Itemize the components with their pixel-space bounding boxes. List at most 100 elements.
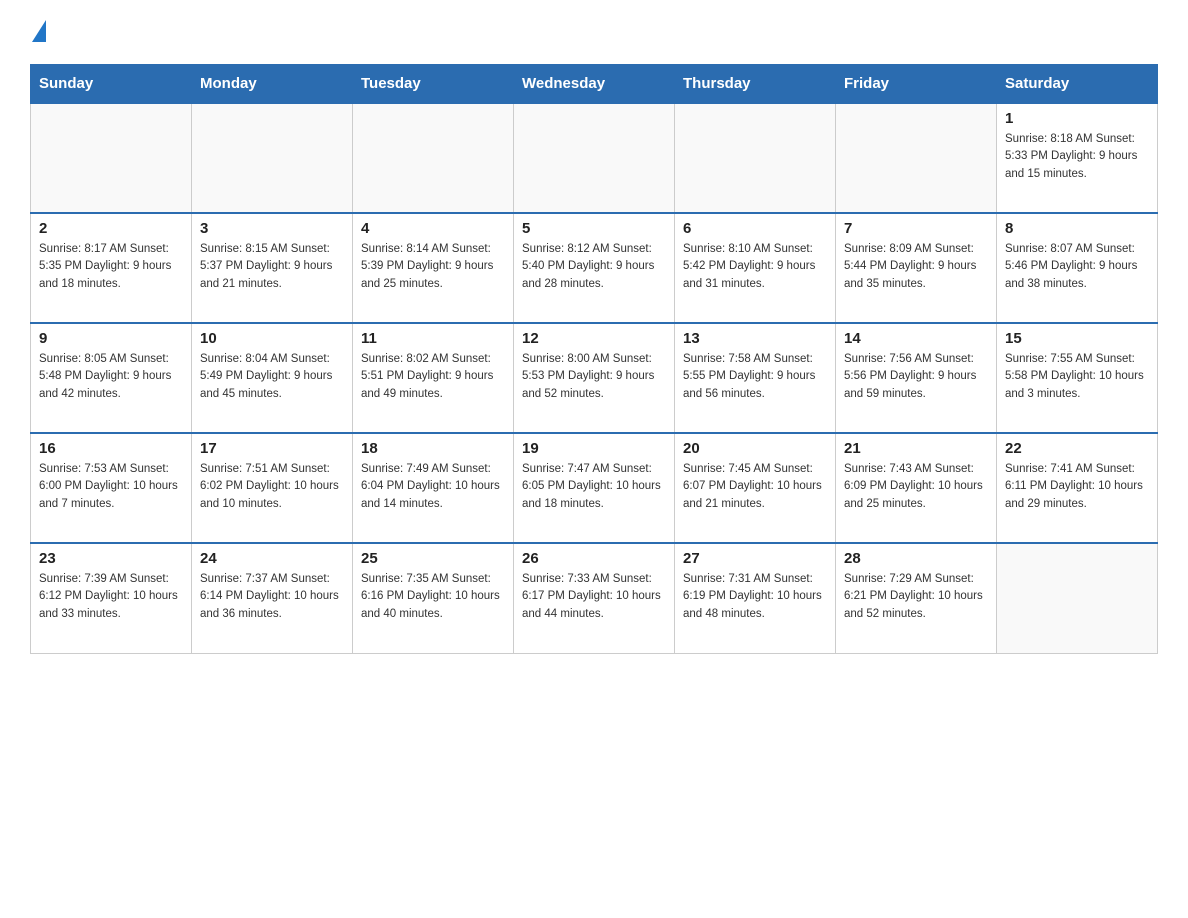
day-number: 13: [683, 330, 827, 347]
day-info: Sunrise: 7:41 AM Sunset: 6:11 PM Dayligh…: [1005, 461, 1149, 513]
day-info: Sunrise: 8:05 AM Sunset: 5:48 PM Dayligh…: [39, 351, 183, 403]
day-info: Sunrise: 7:47 AM Sunset: 6:05 PM Dayligh…: [522, 461, 666, 513]
calendar-cell: 3 Sunrise: 8:15 AM Sunset: 5:37 PM Daylig…: [192, 213, 353, 323]
weekday-header-sunday: Sunday: [31, 65, 192, 104]
calendar-cell: 25 Sunrise: 7:35 AM Sunset: 6:16 PM Dayli…: [353, 543, 514, 653]
day-number: 18: [361, 440, 505, 457]
day-info: Sunrise: 8:14 AM Sunset: 5:39 PM Dayligh…: [361, 241, 505, 293]
weekday-header-tuesday: Tuesday: [353, 65, 514, 104]
day-info: Sunrise: 7:55 AM Sunset: 5:58 PM Dayligh…: [1005, 351, 1149, 403]
page-header: [30, 20, 1158, 44]
calendar-cell: 17Sunrise: 7:51 AM Sunset: 6:02 PM Dayli…: [192, 433, 353, 543]
logo: [30, 20, 46, 44]
weekday-header-wednesday: Wednesday: [514, 65, 675, 104]
logo-triangle-icon: [32, 20, 46, 42]
day-number: 5: [522, 220, 666, 237]
weekday-header-thursday: Thursday: [675, 65, 836, 104]
weekday-header-monday: Monday: [192, 65, 353, 104]
day-number: 23: [39, 550, 183, 567]
calendar-cell: 12Sunrise: 8:00 AM Sunset: 5:53 PM Dayli…: [514, 323, 675, 433]
day-info: Sunrise: 7:45 AM Sunset: 6:07 PM Dayligh…: [683, 461, 827, 513]
weekday-header-row: SundayMondayTuesdayWednesdayThursdayFrid…: [31, 65, 1158, 104]
calendar-cell: [31, 103, 192, 213]
week-row-3: 9 Sunrise: 8:05 AM Sunset: 5:48 PM Daylig…: [31, 323, 1158, 433]
day-info: Sunrise: 8:00 AM Sunset: 5:53 PM Dayligh…: [522, 351, 666, 403]
day-info: Sunrise: 8:17 AM Sunset: 5:35 PM Dayligh…: [39, 241, 183, 293]
day-info: Sunrise: 7:58 AM Sunset: 5:55 PM Dayligh…: [683, 351, 827, 403]
day-number: 8: [1005, 220, 1149, 237]
week-row-4: 16 Sunrise: 7:53 AM Sunset: 6:00 PM Dayli…: [31, 433, 1158, 543]
day-info: Sunrise: 8:12 AM Sunset: 5:40 PM Dayligh…: [522, 241, 666, 293]
day-info: Sunrise: 7:43 AM Sunset: 6:09 PM Dayligh…: [844, 461, 988, 513]
calendar-cell: [997, 543, 1158, 653]
day-number: 25: [361, 550, 505, 567]
day-info: Sunrise: 7:31 AM Sunset: 6:19 PM Dayligh…: [683, 571, 827, 623]
day-number: 14: [844, 330, 988, 347]
day-number: 20: [683, 440, 827, 457]
weekday-header-saturday: Saturday: [997, 65, 1158, 104]
day-info: Sunrise: 8:02 AM Sunset: 5:51 PM Dayligh…: [361, 351, 505, 403]
day-number: 10: [200, 330, 344, 347]
calendar-cell: 19 Sunrise: 7:47 AM Sunset: 6:05 PM Dayli…: [514, 433, 675, 543]
day-number: 28: [844, 550, 988, 567]
calendar-cell: 28 Sunrise: 7:29 AM Sunset: 6:21 PM Dayli…: [836, 543, 997, 653]
day-number: 2: [39, 220, 183, 237]
day-info: Sunrise: 7:35 AM Sunset: 6:16 PM Dayligh…: [361, 571, 505, 623]
day-info: Sunrise: 8:18 AM Sunset: 5:33 PM Dayligh…: [1005, 131, 1149, 183]
week-row-5: 23 Sunrise: 7:39 AM Sunset: 6:12 PM Dayli…: [31, 543, 1158, 653]
calendar-cell: 24 Sunrise: 7:37 AM Sunset: 6:14 PM Dayli…: [192, 543, 353, 653]
day-number: 6: [683, 220, 827, 237]
calendar-cell: 13 Sunrise: 7:58 AM Sunset: 5:55 PM Dayli…: [675, 323, 836, 433]
week-row-2: 2 Sunrise: 8:17 AM Sunset: 5:35 PM Daylig…: [31, 213, 1158, 323]
day-number: 9: [39, 330, 183, 347]
day-info: Sunrise: 7:53 AM Sunset: 6:00 PM Dayligh…: [39, 461, 183, 513]
calendar-cell: 4 Sunrise: 8:14 AM Sunset: 5:39 PM Daylig…: [353, 213, 514, 323]
calendar-cell: 2 Sunrise: 8:17 AM Sunset: 5:35 PM Daylig…: [31, 213, 192, 323]
day-number: 22: [1005, 440, 1149, 457]
day-info: Sunrise: 7:39 AM Sunset: 6:12 PM Dayligh…: [39, 571, 183, 623]
calendar-cell: [353, 103, 514, 213]
day-info: Sunrise: 8:07 AM Sunset: 5:46 PM Dayligh…: [1005, 241, 1149, 293]
calendar-cell: [675, 103, 836, 213]
calendar-cell: 20 Sunrise: 7:45 AM Sunset: 6:07 PM Dayli…: [675, 433, 836, 543]
calendar-cell: 27 Sunrise: 7:31 AM Sunset: 6:19 PM Dayli…: [675, 543, 836, 653]
week-row-1: 1 Sunrise: 8:18 AM Sunset: 5:33 PM Daylig…: [31, 103, 1158, 213]
calendar-cell: 23 Sunrise: 7:39 AM Sunset: 6:12 PM Dayli…: [31, 543, 192, 653]
calendar-cell: [836, 103, 997, 213]
calendar-cell: 5 Sunrise: 8:12 AM Sunset: 5:40 PM Daylig…: [514, 213, 675, 323]
day-info: Sunrise: 8:10 AM Sunset: 5:42 PM Dayligh…: [683, 241, 827, 293]
calendar-cell: 18Sunrise: 7:49 AM Sunset: 6:04 PM Dayli…: [353, 433, 514, 543]
calendar-cell: 22 Sunrise: 7:41 AM Sunset: 6:11 PM Dayli…: [997, 433, 1158, 543]
day-number: 4: [361, 220, 505, 237]
calendar-cell: 21 Sunrise: 7:43 AM Sunset: 6:09 PM Dayli…: [836, 433, 997, 543]
day-info: Sunrise: 8:04 AM Sunset: 5:49 PM Dayligh…: [200, 351, 344, 403]
calendar-cell: 8 Sunrise: 8:07 AM Sunset: 5:46 PM Daylig…: [997, 213, 1158, 323]
day-number: 3: [200, 220, 344, 237]
calendar-cell: 9 Sunrise: 8:05 AM Sunset: 5:48 PM Daylig…: [31, 323, 192, 433]
day-number: 27: [683, 550, 827, 567]
calendar-table: SundayMondayTuesdayWednesdayThursdayFrid…: [30, 64, 1158, 654]
calendar-cell: 26 Sunrise: 7:33 AM Sunset: 6:17 PM Dayli…: [514, 543, 675, 653]
day-number: 15: [1005, 330, 1149, 347]
calendar-cell: 1 Sunrise: 8:18 AM Sunset: 5:33 PM Daylig…: [997, 103, 1158, 213]
day-info: Sunrise: 7:51 AM Sunset: 6:02 PM Dayligh…: [200, 461, 344, 513]
calendar-cell: 7Sunrise: 8:09 AM Sunset: 5:44 PM Daylig…: [836, 213, 997, 323]
day-info: Sunrise: 7:33 AM Sunset: 6:17 PM Dayligh…: [522, 571, 666, 623]
day-number: 16: [39, 440, 183, 457]
day-number: 1: [1005, 110, 1149, 127]
day-info: Sunrise: 8:15 AM Sunset: 5:37 PM Dayligh…: [200, 241, 344, 293]
calendar-cell: 11 Sunrise: 8:02 AM Sunset: 5:51 PM Dayli…: [353, 323, 514, 433]
calendar-cell: 16 Sunrise: 7:53 AM Sunset: 6:00 PM Dayli…: [31, 433, 192, 543]
day-info: Sunrise: 7:37 AM Sunset: 6:14 PM Dayligh…: [200, 571, 344, 623]
day-info: Sunrise: 7:29 AM Sunset: 6:21 PM Dayligh…: [844, 571, 988, 623]
day-number: 21: [844, 440, 988, 457]
day-number: 19: [522, 440, 666, 457]
day-number: 24: [200, 550, 344, 567]
calendar-cell: [192, 103, 353, 213]
day-number: 11: [361, 330, 505, 347]
day-number: 26: [522, 550, 666, 567]
weekday-header-friday: Friday: [836, 65, 997, 104]
calendar-cell: 6 Sunrise: 8:10 AM Sunset: 5:42 PM Daylig…: [675, 213, 836, 323]
calendar-cell: [514, 103, 675, 213]
calendar-cell: 15 Sunrise: 7:55 AM Sunset: 5:58 PM Dayli…: [997, 323, 1158, 433]
